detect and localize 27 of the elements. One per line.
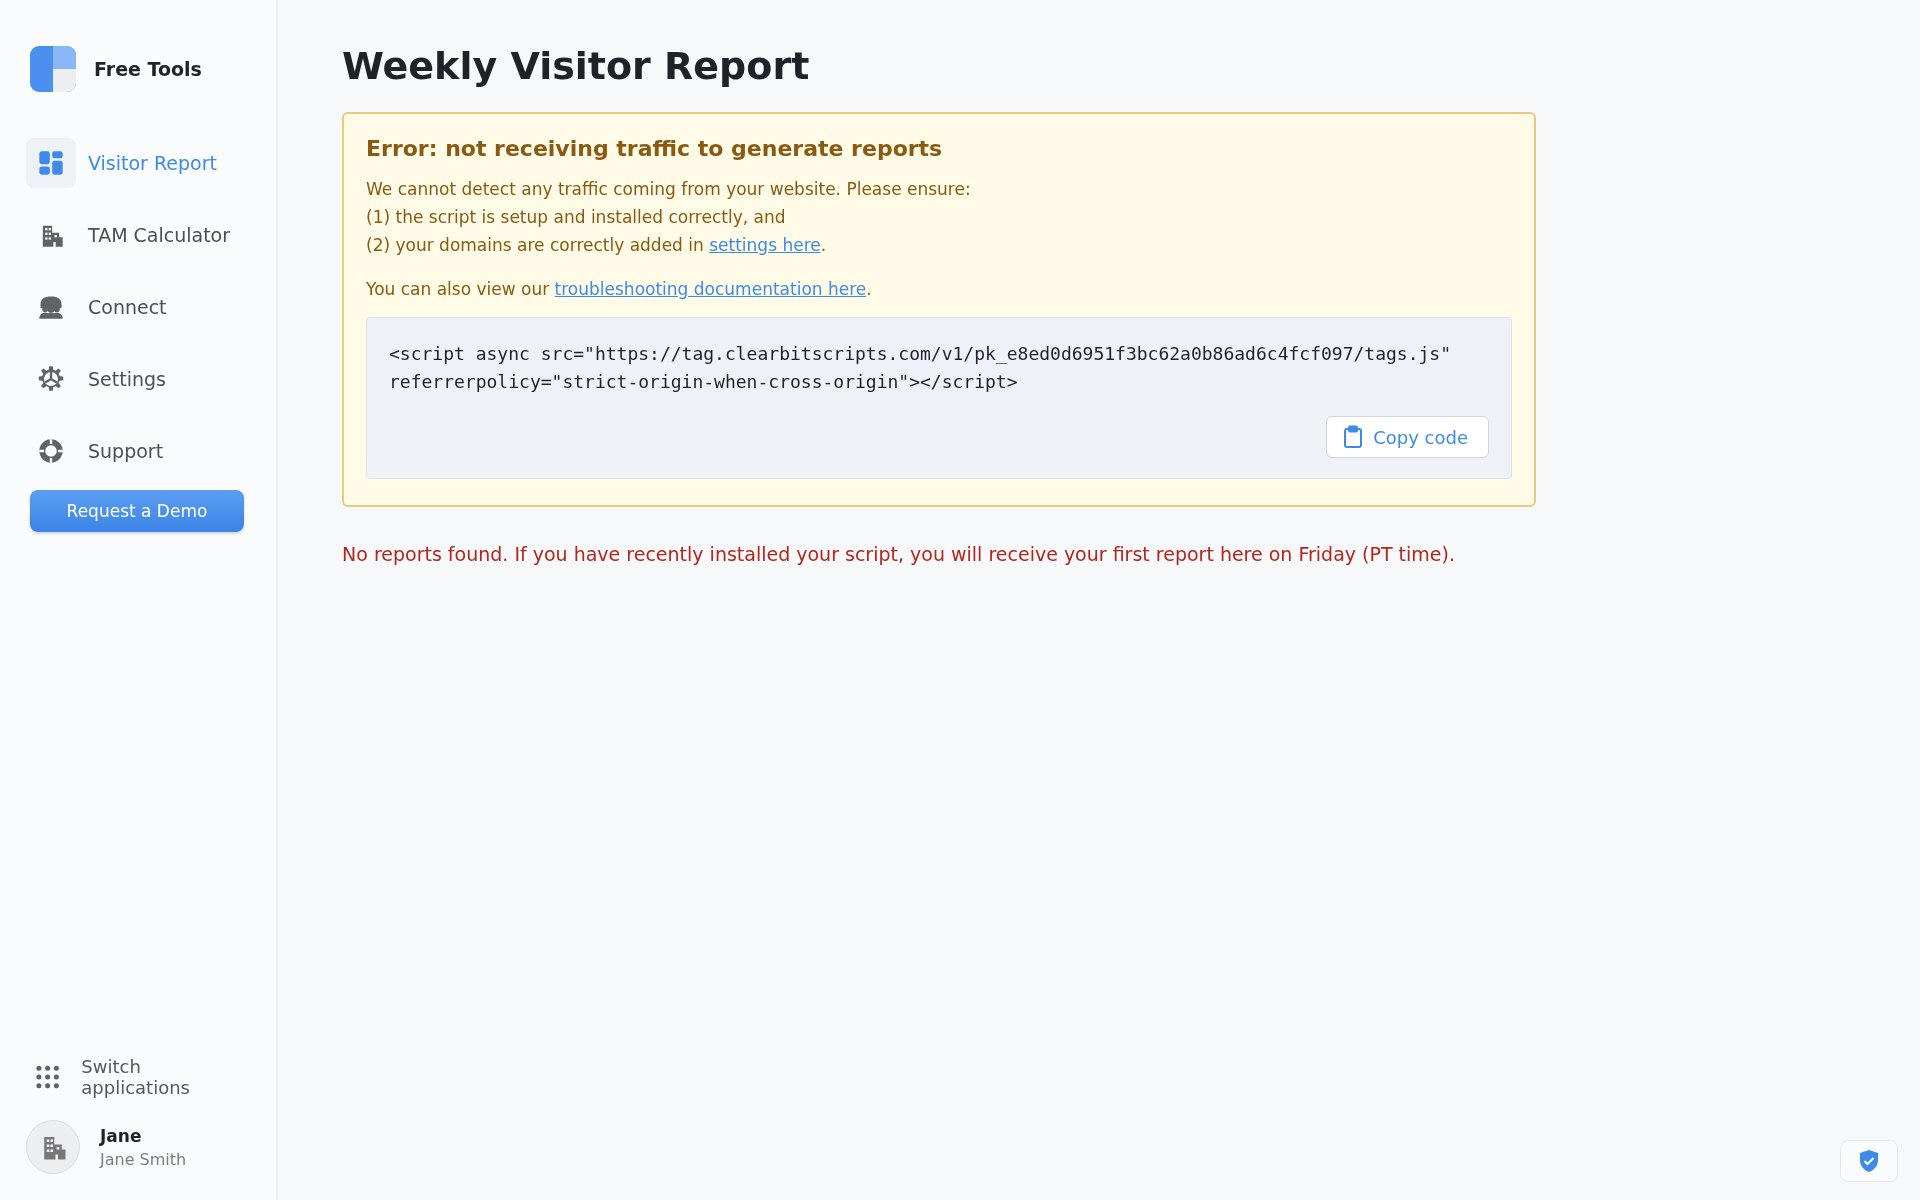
grid-icon <box>36 1065 60 1089</box>
shield-check-icon <box>1858 1149 1880 1173</box>
no-reports-message: No reports found. If you have recently installed your script, you will receive your first report here on Friday (PT time). <box>342 543 1456 565</box>
user-name: Jane <box>100 1125 143 1146</box>
copy-code-button[interactable]: Copy code <box>1326 416 1489 458</box>
nav-item[interactable]: Support <box>26 426 250 476</box>
nav-item[interactable]: Settings <box>26 354 250 404</box>
alert-note: You can also view our troubleshooting documentation here. <box>366 278 873 301</box>
code-line: referrerpolicy="strict-origin-when-cross-origin"></script> <box>389 370 1019 394</box>
security-badge[interactable] <box>1840 1140 1898 1182</box>
nav-item[interactable]: Connect <box>26 282 250 332</box>
logo-icon <box>30 46 76 92</box>
lifebuoy-icon <box>37 437 65 465</box>
alert-text: (1) the script is setup and installed correctly, and <box>366 206 787 229</box>
alert-title: Error: not receiving traffic to generate reports <box>366 136 944 161</box>
alert-text: We cannot detect any traffic coming from your website. Please ensure: <box>366 178 972 201</box>
brand-name: Free Tools <box>94 58 202 80</box>
user-full-name: Jane Smith <box>100 1149 187 1169</box>
code-line: <script async src="https://tag.clearbitscripts.com/v1/pk_e8ed0d6951f3bc62a0b86ad6c4fcf097/tags.js" <box>389 342 1453 366</box>
dashboard-icon <box>37 149 65 177</box>
avatar[interactable] <box>26 1120 80 1174</box>
switch-applications[interactable]: Switch applications <box>36 1056 250 1098</box>
gear-icon <box>37 365 65 393</box>
alert-text: (2) your domains are correctly added in settings here. <box>366 234 828 257</box>
nav-item[interactable]: TAM Calculator <box>26 210 250 260</box>
page-title: Weekly Visitor Report <box>342 44 811 88</box>
clipboard-icon <box>1343 425 1364 449</box>
